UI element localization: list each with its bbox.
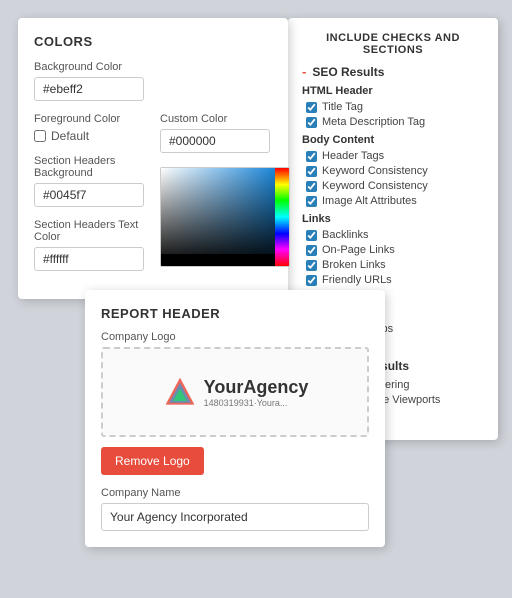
colors-title: COLORS xyxy=(34,34,272,49)
check-keyword-consistency-1-label: Keyword Consistency xyxy=(322,165,428,177)
bg-color-label: Background Color xyxy=(34,61,272,73)
logo-text-area: YourAgency 1480319931·Youra... xyxy=(204,377,309,408)
checks-title: INCLUDE CHECKS AND SECTIONS xyxy=(302,32,484,56)
color-spectrum xyxy=(275,168,289,266)
color-black-bar xyxy=(161,254,275,266)
check-title-tag-checkbox[interactable] xyxy=(306,102,317,113)
seo-section-label: SEO Results xyxy=(312,65,384,79)
fg-default-checkbox[interactable] xyxy=(34,130,46,142)
check-image-alt: Image Alt Attributes xyxy=(302,195,484,207)
section-text-input[interactable] xyxy=(34,247,144,271)
check-header-tags: Header Tags xyxy=(302,150,484,162)
check-header-tags-label: Header Tags xyxy=(322,150,384,162)
colors-panel: COLORS Background Color Foreground Color… xyxy=(18,18,288,299)
check-keyword-consistency-2-checkbox[interactable] xyxy=(306,181,317,192)
seo-dash-icon: - xyxy=(302,64,306,79)
check-header-tags-checkbox[interactable] xyxy=(306,151,317,162)
check-meta-desc: Meta Description Tag xyxy=(302,116,484,128)
color-picker[interactable] xyxy=(160,167,290,267)
logo-box: YourAgency 1480319931·Youra... xyxy=(101,347,369,437)
logo-sub-text: 1480319931·Youra... xyxy=(204,398,309,408)
report-panel: REPORT HEADER Company Logo YourAgency 14… xyxy=(85,290,385,547)
html-header-label: HTML Header xyxy=(302,85,484,97)
check-meta-desc-label: Meta Description Tag xyxy=(322,116,425,128)
section-bg-label: Section Headers Background xyxy=(34,155,144,179)
fg-default-label: Default xyxy=(51,129,89,143)
bg-color-input[interactable] xyxy=(34,77,144,101)
color-gradient xyxy=(161,168,289,266)
check-keyword-consistency-2-label: Keyword Consistency xyxy=(322,180,428,192)
check-keyword-consistency-1-checkbox[interactable] xyxy=(306,166,317,177)
check-keyword-consistency-1: Keyword Consistency xyxy=(302,165,484,177)
logo-brand-text: YourAgency xyxy=(204,377,309,398)
company-name-label: Company Name xyxy=(101,487,369,499)
check-meta-desc-checkbox[interactable] xyxy=(306,117,317,128)
custom-color-label: Custom Color xyxy=(160,113,290,125)
check-friendly-urls-checkbox[interactable] xyxy=(306,275,317,286)
check-friendly-urls: Friendly URLs xyxy=(302,274,484,286)
check-title-tag-label: Title Tag xyxy=(322,101,363,113)
check-broken-links: Broken Links xyxy=(302,259,484,271)
check-image-alt-label: Image Alt Attributes xyxy=(322,195,417,207)
section-text-label: Section Headers Text Color xyxy=(34,219,144,243)
check-keyword-consistency-2: Keyword Consistency xyxy=(302,180,484,192)
check-onpage-links: On-Page Links xyxy=(302,244,484,256)
check-image-alt-checkbox[interactable] xyxy=(306,196,317,207)
check-backlinks-checkbox[interactable] xyxy=(306,230,317,241)
check-onpage-links-label: On-Page Links xyxy=(322,244,395,256)
check-onpage-links-checkbox[interactable] xyxy=(306,245,317,256)
check-backlinks: Backlinks xyxy=(302,229,484,241)
fg-color-label: Foreground Color xyxy=(34,113,144,125)
custom-color-input[interactable] xyxy=(160,129,270,153)
logo-content: YourAgency 1480319931·Youra... xyxy=(162,374,309,410)
body-content-label: Body Content xyxy=(302,134,484,146)
company-name-input[interactable] xyxy=(101,503,369,531)
remove-logo-button[interactable]: Remove Logo xyxy=(101,447,204,475)
section-bg-input[interactable] xyxy=(34,183,144,207)
check-friendly-urls-label: Friendly URLs xyxy=(322,274,392,286)
agency-logo-icon xyxy=(162,374,198,410)
company-logo-label: Company Logo xyxy=(101,331,369,343)
check-broken-links-checkbox[interactable] xyxy=(306,260,317,271)
check-backlinks-label: Backlinks xyxy=(322,229,368,241)
links-label: Links xyxy=(302,213,484,225)
check-broken-links-label: Broken Links xyxy=(322,259,386,271)
check-title-tag: Title Tag xyxy=(302,101,484,113)
report-title: REPORT HEADER xyxy=(101,306,369,321)
seo-section-header: - SEO Results xyxy=(302,64,484,79)
